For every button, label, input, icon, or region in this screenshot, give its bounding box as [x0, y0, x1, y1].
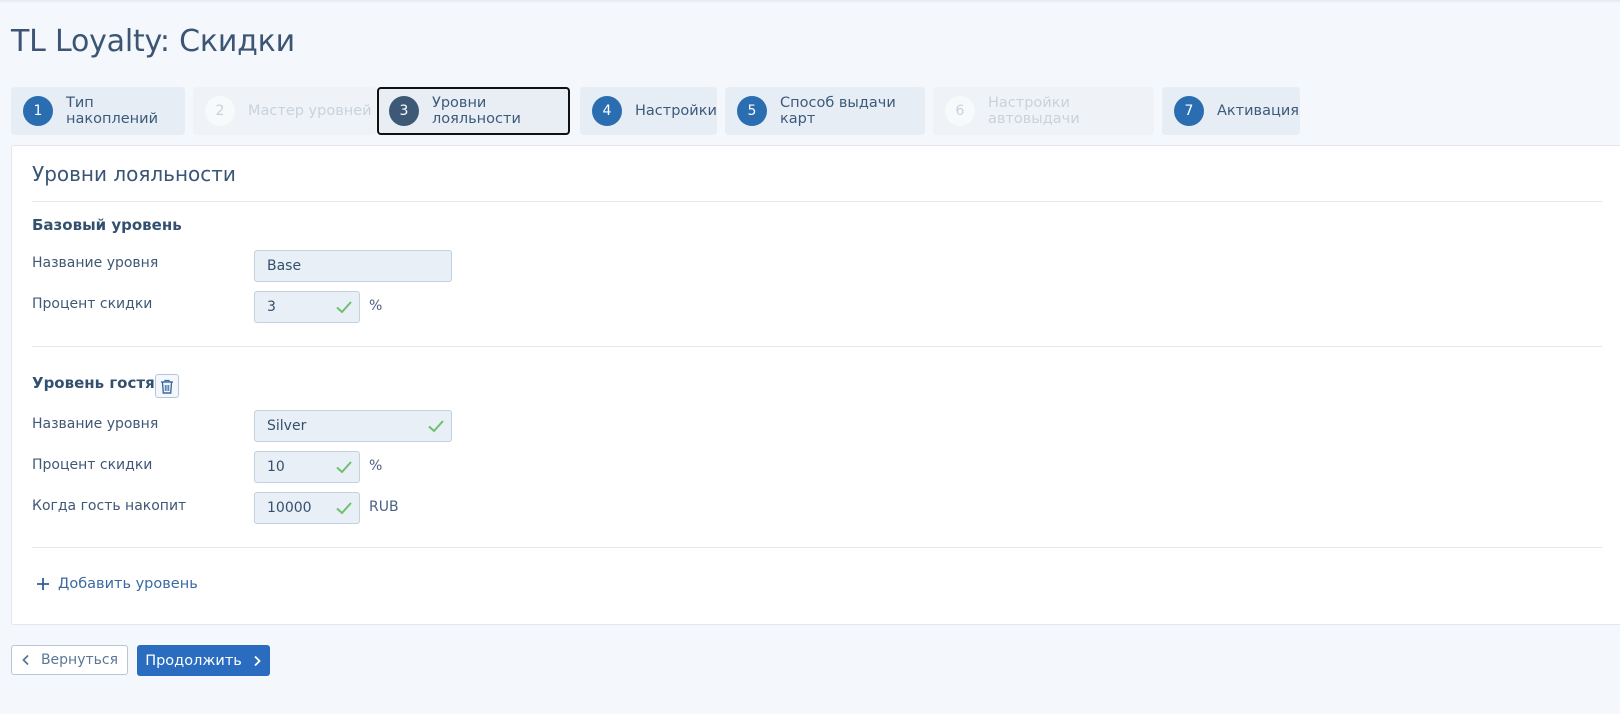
- back-button[interactable]: Вернуться: [11, 645, 128, 675]
- back-button-label: Вернуться: [40, 652, 119, 668]
- divider: [32, 201, 1602, 202]
- step-number: 7: [1174, 96, 1204, 126]
- guest-level-accumulate-unit: RUB: [369, 499, 399, 515]
- divider: [32, 346, 1602, 347]
- base-level-discount-input[interactable]: 3: [254, 291, 360, 323]
- step-label: Тип накоплений: [66, 95, 158, 127]
- input-value: Silver: [267, 418, 307, 434]
- check-icon: [336, 301, 352, 314]
- input-value: Base: [267, 258, 302, 274]
- step-number: 2: [205, 96, 235, 126]
- check-icon: [336, 502, 352, 515]
- base-level-name-input[interactable]: Base: [254, 250, 452, 282]
- step-auto-issue-settings: 6 Настройки автовыдачи: [933, 87, 1154, 135]
- loyalty-levels-card: Уровни лояльности Базовый уровень Назван…: [11, 145, 1620, 625]
- add-level-link[interactable]: Добавить уровень: [36, 576, 198, 592]
- divider: [32, 547, 1602, 548]
- step-number: 5: [737, 96, 767, 126]
- trash-icon: [161, 379, 173, 394]
- step-accumulation-type[interactable]: 1 Тип накоплений: [11, 87, 185, 135]
- delete-level-button[interactable]: [155, 374, 179, 398]
- step-label: Настройки: [635, 103, 717, 119]
- add-level-label: Добавить уровень: [58, 576, 198, 592]
- step-number: 3: [389, 96, 419, 126]
- step-settings[interactable]: 4 Настройки: [580, 87, 717, 135]
- plus-icon: [37, 578, 49, 590]
- step-label: Способ выдачи карт: [780, 95, 896, 127]
- base-level-discount-unit: %: [369, 298, 383, 314]
- top-shadow: [0, 0, 1620, 3]
- step-level-wizard: 2 Мастер уровней: [193, 87, 376, 135]
- guest-level-name-input[interactable]: Silver: [254, 410, 452, 442]
- guest-level-heading: Уровень гостя: [32, 374, 155, 392]
- step-label: Активация: [1217, 103, 1299, 119]
- input-value: 10000: [267, 500, 312, 516]
- base-level-name-label: Название уровня: [32, 255, 159, 271]
- step-label: Мастер уровней: [248, 103, 372, 119]
- check-icon: [428, 420, 444, 433]
- input-value: 3: [267, 299, 276, 315]
- guest-level-accumulate-label: Когда гость накопит: [32, 498, 187, 514]
- step-number: 1: [23, 96, 53, 126]
- card-title: Уровни лояльности: [32, 162, 236, 186]
- guest-level-discount-unit: %: [369, 458, 383, 474]
- continue-button[interactable]: Продолжить: [137, 645, 270, 676]
- step-loyalty-levels[interactable]: 3 Уровни лояльности: [377, 87, 570, 135]
- base-level-heading: Базовый уровень: [32, 216, 182, 234]
- base-level-discount-label: Процент скидки: [32, 296, 153, 312]
- step-number: 6: [945, 96, 975, 126]
- step-number: 4: [592, 96, 622, 126]
- input-value: 10: [267, 459, 285, 475]
- guest-level-discount-label: Процент скидки: [32, 457, 153, 473]
- check-icon: [336, 461, 352, 474]
- step-label: Настройки автовыдачи: [988, 95, 1080, 127]
- chevron-right-icon: [254, 655, 261, 666]
- guest-level-name-label: Название уровня: [32, 416, 159, 432]
- guest-level-accumulate-input[interactable]: 10000: [254, 492, 360, 524]
- page-title: TL Loyalty: Скидки: [11, 24, 295, 59]
- step-activation[interactable]: 7 Активация: [1162, 87, 1300, 135]
- step-card-issuing[interactable]: 5 Способ выдачи карт: [725, 87, 925, 135]
- continue-button-label: Продолжить: [145, 652, 242, 669]
- guest-level-discount-input[interactable]: 10: [254, 451, 360, 483]
- chevron-left-icon: [22, 654, 29, 666]
- step-label: Уровни лояльности: [432, 95, 521, 127]
